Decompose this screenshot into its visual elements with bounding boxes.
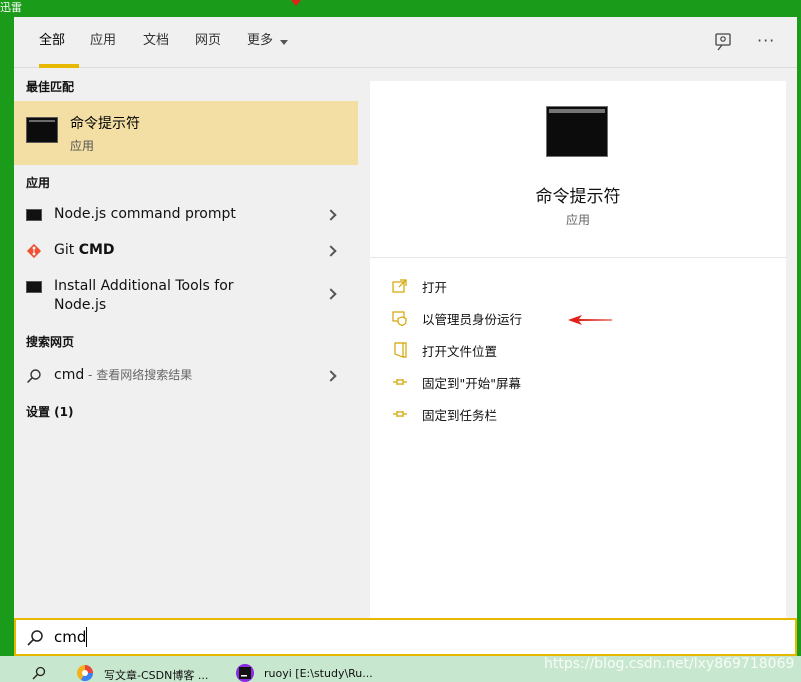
tab-all[interactable]: 全部 (39, 17, 65, 68)
watermark: https://blog.csdn.net/lxy869718069 (544, 656, 795, 672)
active-tab-indicator (39, 64, 79, 68)
taskbar-item-ide[interactable]: ruoyi [E:\study\Ru... (236, 664, 386, 682)
taskbar-item-label: 写文章-CSDN博客 ... (104, 669, 209, 682)
ide-icon (236, 664, 254, 682)
tab-web[interactable]: 网页 (195, 17, 221, 68)
desktop-marker-icon (291, 0, 301, 6)
action-pin-to-start[interactable]: 固定到"开始"屏幕 (392, 370, 772, 394)
pin-icon (393, 411, 407, 417)
action-pin-to-taskbar[interactable]: 固定到任务栏 (392, 402, 772, 426)
web-search-heading: 搜索网页 (26, 335, 75, 349)
terminal-icon (26, 281, 42, 293)
open-icon (392, 279, 407, 293)
start-search-panel: 全部 应用 文档 网页 更多 ··· 最佳匹配 命令提示符 应用 应用 Node… (14, 17, 797, 618)
annotation-arrow-icon (568, 315, 612, 325)
list-item[interactable]: Install Additional Tools for Node.js (14, 270, 358, 316)
file-location-icon (394, 342, 407, 358)
text-caret (86, 627, 87, 647)
action-open-file-location[interactable]: 打开文件位置 (392, 338, 772, 362)
detail-pane: 命令提示符 应用 打开 以管理员身份运行 打开文件位置 固定到"开始"屏幕 固定… (370, 81, 786, 618)
browser-icon (77, 665, 94, 682)
pin-icon (393, 379, 407, 385)
list-item[interactable]: Node.js command prompt (14, 198, 358, 232)
label-line: Node.js (54, 297, 107, 313)
shield-icon (392, 311, 407, 326)
chevron-right-icon[interactable] (325, 245, 337, 257)
chevron-down-icon (280, 40, 288, 45)
label-highlight: CMD (78, 242, 115, 258)
chevron-right-icon[interactable] (325, 209, 337, 221)
feedback-icon[interactable] (714, 32, 734, 52)
search-icon (27, 630, 43, 646)
chevron-right-icon[interactable] (325, 288, 337, 300)
results-list: 最佳匹配 命令提示符 应用 应用 Node.js command prompt … (14, 69, 358, 618)
apps-heading: 应用 (26, 176, 51, 190)
command-prompt-icon (546, 106, 608, 157)
list-item-label: Install Additional Tools for Node.js (54, 277, 234, 315)
label-prefix: Git (54, 242, 79, 258)
web-hint: - 查看网络搜索结果 (84, 368, 193, 382)
list-item-label: cmd - 查看网络搜索结果 (54, 366, 192, 385)
tab-documents[interactable]: 文档 (143, 17, 169, 68)
action-label: 固定到任务栏 (422, 408, 498, 423)
taskbar: 写文章-CSDN博客 ... ruoyi [E:\study\Ru... htt… (0, 656, 801, 682)
search-box[interactable]: cmd (14, 618, 797, 656)
taskbar-item-browser[interactable]: 写文章-CSDN博客 ... (76, 664, 226, 682)
settings-heading[interactable]: 设置 (1) (26, 403, 74, 420)
best-match-subtitle: 应用 (70, 139, 95, 153)
search-icon[interactable] (32, 666, 46, 680)
desktop-label: 迅雷 (0, 1, 22, 14)
label-line: Install Additional Tools for (54, 278, 234, 294)
action-open[interactable]: 打开 (392, 274, 772, 298)
chevron-right-icon[interactable] (325, 370, 337, 382)
best-match-title: 命令提示符 (70, 116, 140, 132)
search-input[interactable]: cmd (54, 628, 86, 646)
action-label: 以管理员身份运行 (422, 312, 523, 327)
action-label: 打开文件位置 (422, 344, 498, 359)
tab-apps[interactable]: 应用 (90, 17, 116, 68)
action-label: 打开 (422, 280, 448, 295)
list-item-label: Node.js command prompt (54, 206, 236, 222)
action-label: 固定到"开始"屏幕 (422, 376, 521, 391)
taskbar-item-label: ruoyi [E:\study\Ru... (264, 667, 373, 680)
web-query: cmd (54, 367, 85, 383)
search-icon (26, 369, 41, 384)
best-match-heading: 最佳匹配 (26, 80, 75, 94)
filter-tab-bar: 全部 应用 文档 网页 更多 ··· (14, 17, 797, 68)
more-options-icon[interactable]: ··· (757, 31, 775, 51)
web-search-item[interactable]: cmd - 查看网络搜索结果 (14, 359, 358, 393)
git-icon (26, 243, 42, 259)
list-item-label: Git CMD (54, 241, 115, 260)
command-prompt-icon (26, 117, 58, 143)
detail-title: 命令提示符 (535, 187, 621, 207)
divider (370, 257, 786, 258)
list-item[interactable]: Git CMD (14, 234, 358, 268)
best-match-item[interactable]: 命令提示符 应用 (14, 101, 358, 165)
detail-subtitle: 应用 (565, 213, 590, 227)
tab-more[interactable]: 更多 (247, 17, 273, 68)
terminal-icon (26, 209, 42, 221)
action-run-as-admin[interactable]: 以管理员身份运行 (392, 306, 772, 330)
